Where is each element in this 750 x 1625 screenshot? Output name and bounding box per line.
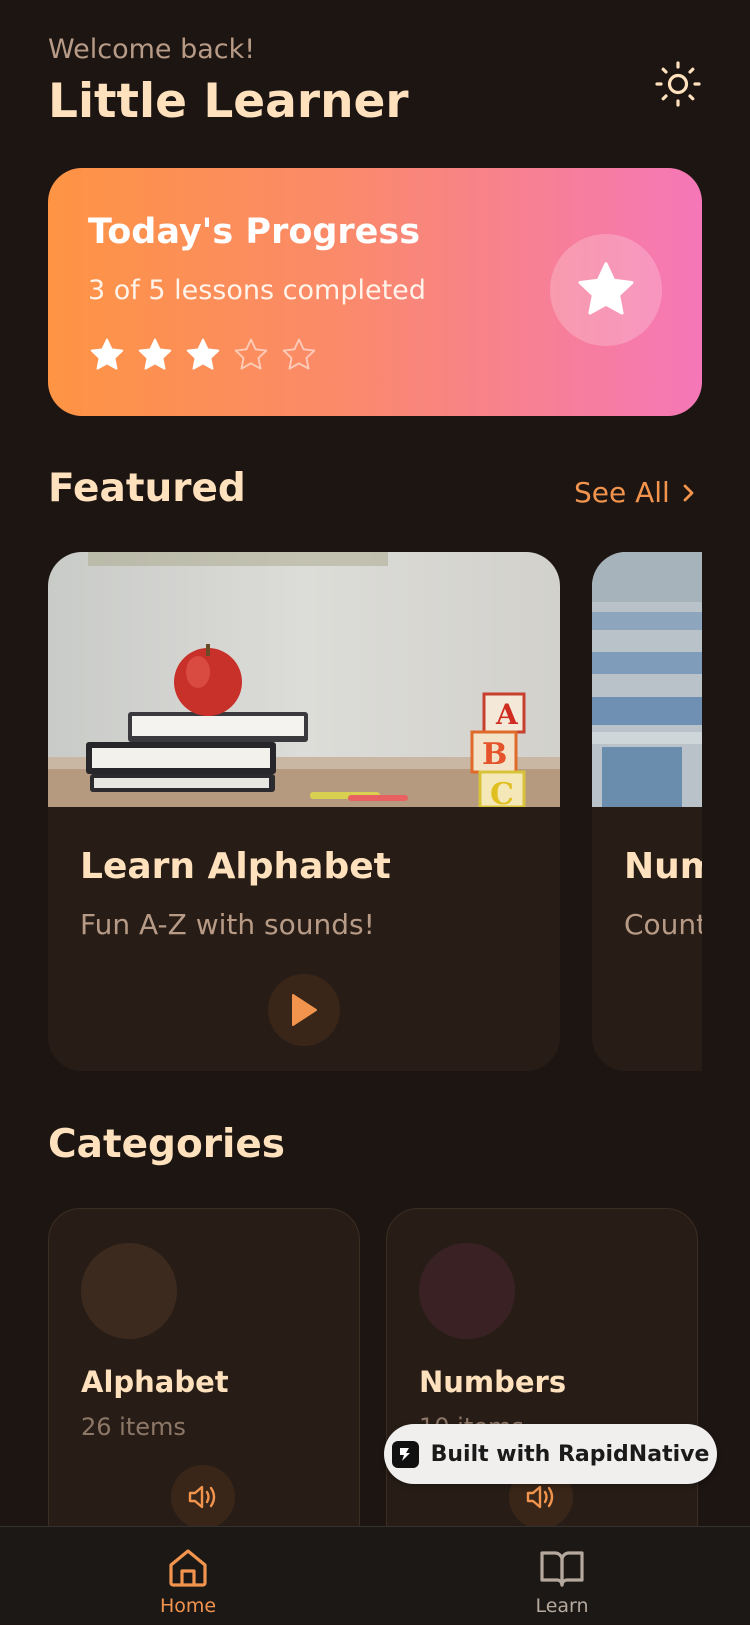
category-count: 26 items	[81, 1413, 186, 1441]
featured-card-alphabet[interactable]: A B C Learn Alphabet Fun A-Z with sounds…	[48, 552, 560, 1071]
tab-learn-label: Learn	[535, 1595, 589, 1617]
badge-text: Built with RapidNative	[430, 1441, 710, 1467]
svg-text:A: A	[495, 698, 519, 731]
featured-card-subtitle: Counting	[624, 908, 702, 941]
category-name: Alphabet	[81, 1365, 229, 1399]
featured-card-title: Numbers	[624, 846, 702, 887]
star-filled-icon	[186, 338, 220, 370]
home-icon	[169, 1549, 207, 1587]
book-icon	[540, 1551, 584, 1587]
built-with-badge[interactable]: Built with RapidNative	[384, 1424, 717, 1484]
progress-subtitle: 3 of 5 lessons completed	[88, 275, 426, 306]
rapidnative-logo-icon	[391, 1440, 419, 1468]
see-all-link[interactable]: See All	[574, 476, 698, 509]
progress-title: Today's Progress	[88, 212, 421, 252]
tab-bar: Home Learn	[0, 1526, 750, 1624]
star-filled-icon	[90, 338, 124, 370]
featured-card-title: Learn Alphabet	[80, 846, 391, 887]
classroom-desks-image	[592, 552, 702, 807]
category-name: Numbers	[419, 1365, 567, 1399]
sun-icon	[655, 61, 701, 107]
featured-heading: Featured	[48, 466, 246, 511]
star-empty-icon	[282, 338, 316, 370]
play-button[interactable]	[268, 974, 340, 1046]
welcome-text: Welcome back!	[48, 34, 256, 65]
chevron-right-icon	[683, 484, 694, 501]
featured-card-numbers[interactable]: Numbers Counting	[592, 552, 702, 1071]
svg-text:B: B	[482, 737, 507, 772]
categories-heading: Categories	[48, 1122, 286, 1167]
star-filled-icon	[138, 338, 172, 370]
theme-toggle-button[interactable]	[650, 56, 706, 112]
page-title: Little Learner	[48, 74, 409, 129]
tab-learn[interactable]: Learn	[462, 1527, 662, 1625]
speaker-icon	[526, 1485, 554, 1509]
svg-text:C: C	[490, 777, 514, 807]
star-badge	[550, 234, 662, 346]
speaker-icon	[188, 1485, 216, 1509]
progress-stars	[88, 336, 318, 374]
star-icon	[578, 262, 634, 315]
category-icon-circle	[419, 1243, 515, 1339]
star-empty-icon	[234, 338, 268, 370]
classroom-image: A B C	[48, 552, 560, 807]
tab-home[interactable]: Home	[88, 1527, 288, 1625]
sound-button[interactable]	[171, 1465, 235, 1529]
play-icon	[292, 994, 317, 1026]
featured-card-subtitle: Fun A-Z with sounds!	[80, 908, 375, 941]
category-icon-circle	[81, 1243, 177, 1339]
progress-card: Today's Progress 3 of 5 lessons complete…	[48, 168, 702, 416]
tab-home-label: Home	[159, 1595, 217, 1617]
see-all-label: See All	[574, 476, 670, 509]
